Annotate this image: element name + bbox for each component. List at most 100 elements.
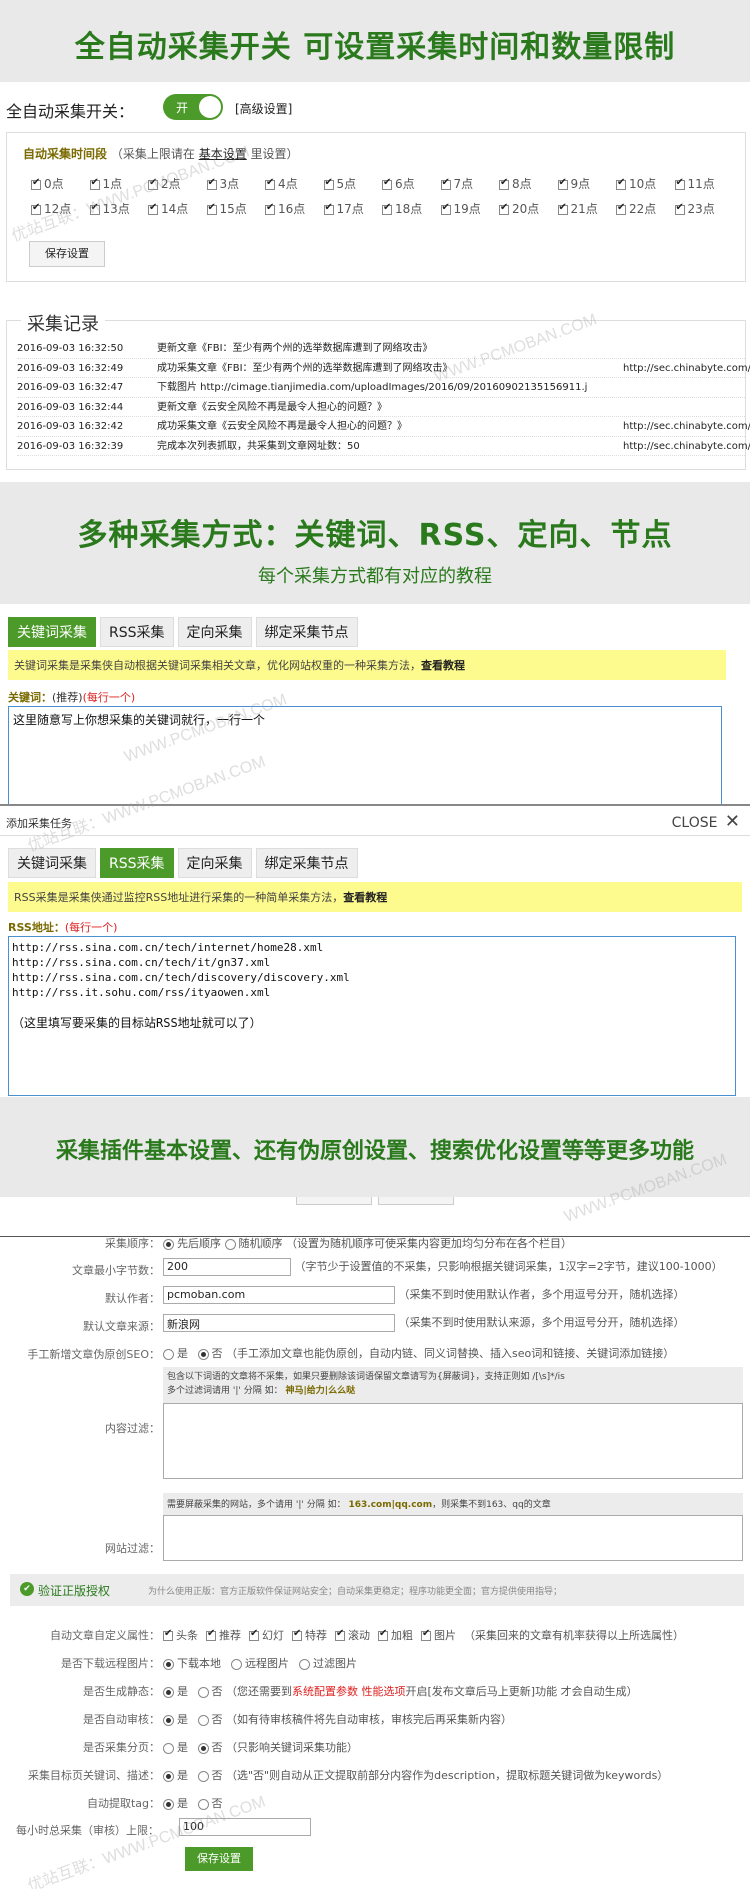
attr-checkbox[interactable]: 幻灯 [249,1628,284,1642]
hour-checkbox[interactable]: 3点 [206,175,266,192]
rss-textarea[interactable]: http://rss.sina.com.cn/tech/internet/hom… [8,936,736,1096]
log-row: 2016-09-03 16:32:42 成功采集文章《云安全风险不再是最令人担心的… [17,417,750,437]
hour-checkbox[interactable]: 9点 [557,175,617,192]
hour-checkbox[interactable]: 4点 [265,175,324,192]
keyword-tutorial-link[interactable]: 查看教程 [421,659,465,672]
tab-rss[interactable]: RSS采集 [100,617,174,647]
attr-checkbox[interactable]: 头条 [163,1628,198,1642]
hour-checkbox[interactable]: 16点 [265,200,324,217]
keyword-label-req: (每行一个) [82,691,136,704]
tab-directed[interactable]: 定向采集 [177,617,252,647]
keyword-label-row: 关键词：(推荐)(每行一个) [8,689,135,705]
top-button-1[interactable] [296,1197,372,1205]
hour-checkbox[interactable]: 8点 [499,175,558,192]
tab-keyword[interactable]: 关键词采集 [8,848,96,878]
remote-opt: 过滤图片 [313,1657,357,1670]
settings-save-button[interactable]: 保存设置 [185,1847,253,1871]
paging-no-radio[interactable] [197,1742,209,1754]
tab-keyword[interactable]: 关键词采集 [8,617,96,647]
hour-checkbox[interactable]: 21点 [557,200,617,217]
advanced-settings-link[interactable]: [高级设置] [235,100,292,117]
order-radio-2[interactable] [224,1238,236,1250]
attr-checkbox[interactable]: 加粗 [378,1628,413,1642]
dialog-close-button[interactable]: CLOSE ✕ [672,811,740,832]
attr-checkbox[interactable]: 图片 [421,1628,456,1642]
audit-yes-radio[interactable] [163,1714,174,1726]
hour-checkbox[interactable]: 18点 [382,200,441,217]
log-url[interactable]: http://sec.chinabyte.com/ [623,417,750,436]
period-title: 自动采集时间段 [23,147,108,161]
log-box: 采集记录 2016-09-03 16:32:50 更新文章《FBI：至少有两个州的… [6,310,750,470]
tab-node[interactable]: 绑定采集节点 [255,848,358,878]
hour-checkbox[interactable]: 17点 [323,200,383,217]
manual-yes-radio[interactable] [163,1348,174,1360]
hour-checkbox[interactable]: 14点 [148,200,207,217]
remote-radio[interactable]: 过滤图片 [299,1657,357,1670]
tab-rss[interactable]: RSS采集 [100,848,174,878]
limit-field: 100 [179,1818,311,1836]
site-textarea[interactable] [163,1515,743,1561]
desc-yes-radio[interactable] [163,1770,174,1782]
auto-save-button[interactable]: 保存设置 [29,241,105,267]
audit-no-radio[interactable] [197,1714,209,1726]
hour-checkbox[interactable]: 23点 [674,200,734,217]
limit-input[interactable]: 100 [179,1818,311,1836]
hour-checkbox[interactable]: 12点 [31,200,90,217]
hour-checkbox[interactable]: 6点 [382,175,441,192]
static-no-radio[interactable] [197,1686,209,1698]
rss-line: http://rss.sina.com.cn/tech/it/gn37.xml [12,956,271,969]
log-url[interactable]: http://sec.chinabyte.com/ [623,437,750,456]
period-note-link[interactable]: 基本设置 [199,147,247,161]
hour-checkbox[interactable]: 22点 [616,200,675,217]
remote-radio[interactable]: 远程图片 [231,1657,289,1670]
attr-checkbox[interactable]: 滚动 [335,1628,370,1642]
hour-checkbox[interactable]: 20点 [499,200,558,217]
hour-checkbox[interactable]: 19点 [440,200,500,217]
filter-textarea[interactable] [163,1403,743,1479]
remote-opt: 远程图片 [245,1657,289,1670]
manual-no-radio[interactable] [197,1348,209,1360]
tab-directed[interactable]: 定向采集 [177,848,252,878]
log-text: 成功采集文章《云安全风险不再是最令人担心的问题？》 [157,421,407,432]
source-input[interactable]: 新浪网 [163,1314,395,1332]
hour-checkbox[interactable]: 11点 [674,175,734,192]
rss-tutorial-link[interactable]: 查看教程 [343,891,387,904]
checkbox-icon [163,1628,173,1641]
static-note-red[interactable]: 系统配置参数 性能选项 [292,1685,406,1698]
static-yes-radio[interactable] [163,1686,174,1698]
author-input[interactable]: pcmoban.com [163,1286,395,1304]
static-no: 否 [211,1685,223,1698]
attr-checkbox[interactable]: 特荐 [292,1628,327,1642]
tag-yes-radio[interactable] [163,1798,174,1810]
log-row: 2016-09-03 16:32:49 成功采集文章《FBI：至少有两个州的选举数… [17,359,750,378]
auth-title[interactable]: 验证正版授权 [38,1582,110,1599]
static-note-pre: （您还需要到 [226,1685,292,1698]
attr-checkbox[interactable]: 推荐 [206,1628,241,1642]
desc-no-radio[interactable] [197,1770,209,1782]
hour-checkbox[interactable]: 0点 [31,175,90,192]
checkbox-icon [674,202,685,215]
hour-checkbox[interactable]: 15点 [206,200,266,217]
minlen-input[interactable]: 200 [163,1258,291,1276]
paging-yes-radio[interactable] [163,1742,174,1754]
log-time: 2016-09-03 16:32:42 [17,421,124,432]
tab-node[interactable]: 绑定采集节点 [255,617,358,647]
hour-checkbox[interactable]: 10点 [616,175,675,192]
hour-checkbox[interactable]: 5点 [323,175,383,192]
remote-radio[interactable]: 下载本地 [163,1657,221,1670]
tag-no-radio[interactable] [197,1798,209,1810]
order-radio-1[interactable] [163,1238,174,1250]
hour-checkbox[interactable]: 7点 [440,175,500,192]
keyword-textarea[interactable]: 这里随意写上你想采集的关键词就行，一行一个 [8,706,722,804]
hour-checkbox[interactable]: 1点 [89,175,149,192]
log-text: 成功采集文章《FBI：至少有两个州的选举数据库遭到了网络攻击》 [157,362,453,374]
log-url[interactable]: http://sec.chinabyte.com/ [623,359,750,378]
auto-collect-panel: 全自动采集开关： 开 [高级设置] 自动采集时间段 （采集上限请在 基本设置 里… [0,82,750,482]
static-note-post: 开启[发布文章后马上更新]功能 才会自动生成） [405,1685,638,1698]
hour-checkbox[interactable]: 13点 [89,200,149,217]
minlen-note: （字节少于设置值的不采集，只影响根据关键词采集，1汉字=2字节，建议100-10… [294,1260,723,1273]
auth-bar: ✔ 验证正版授权 为什么使用正版：官方正版软件保证网站安全；自动采集更稳定；程序… [10,1574,744,1606]
auto-switch-toggle[interactable]: 开 [163,94,223,120]
top-button-2[interactable] [378,1197,454,1205]
hour-checkbox[interactable]: 2点 [148,175,207,192]
